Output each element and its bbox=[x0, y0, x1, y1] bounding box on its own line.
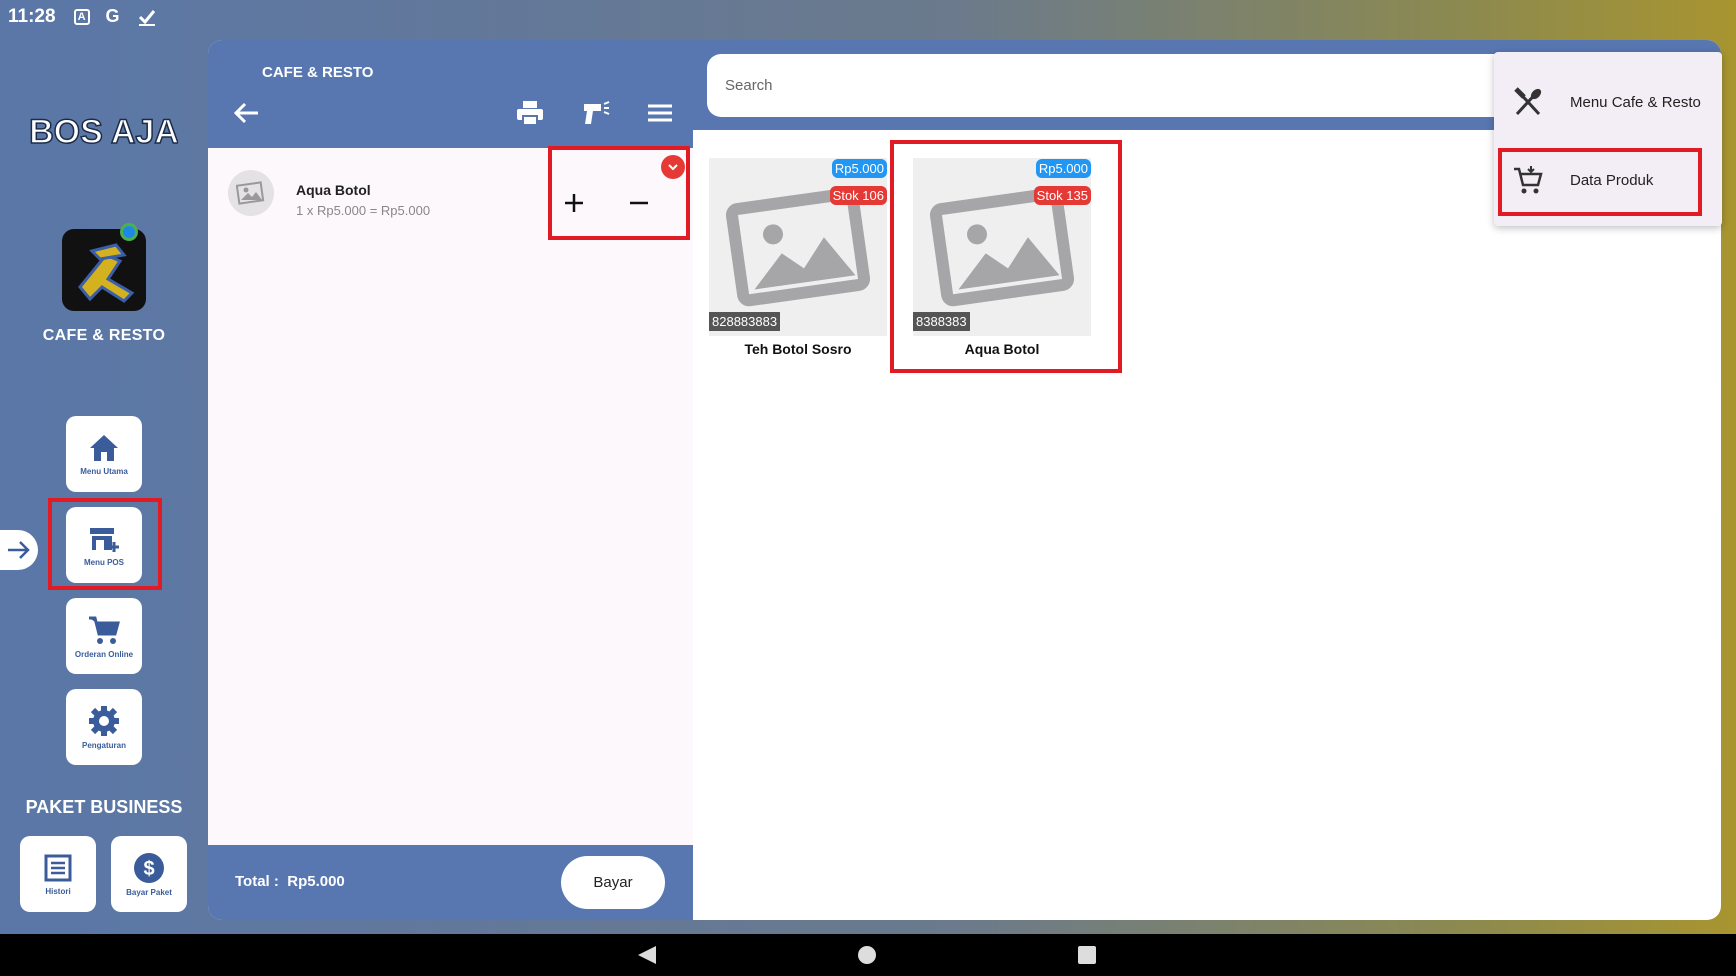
histori-button[interactable]: Histori bbox=[20, 836, 96, 912]
menu-utama-label: Menu Utama bbox=[80, 466, 128, 476]
bayar-paket-label: Bayar Paket bbox=[126, 887, 172, 897]
check-icon bbox=[136, 6, 158, 28]
highlight-menu-pos bbox=[48, 498, 162, 590]
google-icon: G bbox=[105, 6, 120, 26]
android-nav-bar bbox=[0, 934, 1736, 976]
pengaturan-button[interactable]: Pengaturan bbox=[66, 689, 142, 765]
sku-label: 828883883 bbox=[709, 312, 781, 331]
online-status-dot bbox=[120, 223, 138, 241]
orderan-online-label: Orderan Online bbox=[74, 649, 134, 659]
total-label: Total : bbox=[235, 873, 279, 890]
gear-icon bbox=[89, 705, 119, 736]
cart-title: CAFE & RESTO bbox=[262, 64, 374, 81]
pengaturan-label: Pengaturan bbox=[81, 740, 126, 750]
left-rail: BOS AJA CAFE & RESTO Menu Utama Menu POS… bbox=[0, 33, 208, 933]
stock-badge: Stok 106 bbox=[829, 186, 887, 205]
nav-back-icon[interactable] bbox=[636, 944, 658, 966]
list-icon bbox=[44, 854, 72, 881]
image-placeholder-icon bbox=[725, 187, 871, 307]
cart-panel: CAFE & RESTO Aqua Botol 1 x Rp5.000 = Rp… bbox=[208, 40, 693, 920]
price-badge: Rp5.000 bbox=[831, 159, 887, 178]
menu-item-label: Menu Cafe & Resto bbox=[1570, 93, 1701, 111]
bayar-button[interactable]: Bayar bbox=[561, 856, 665, 909]
back-arrow-icon[interactable] bbox=[232, 98, 262, 128]
cart-total: Total : Rp5.000 bbox=[235, 873, 345, 890]
product-image bbox=[709, 158, 887, 336]
a-notification-icon: A bbox=[73, 8, 90, 25]
brand-logo: BOS AJA bbox=[30, 112, 178, 152]
svg-text:BOS AJA: BOS AJA bbox=[30, 113, 178, 151]
expand-rail-button[interactable] bbox=[0, 530, 38, 570]
app-logo-tile bbox=[62, 229, 146, 311]
hamburger-menu-icon[interactable] bbox=[645, 98, 675, 128]
home-icon bbox=[90, 434, 118, 461]
status-time: 11:28 bbox=[8, 5, 56, 27]
svg-text:$: $ bbox=[143, 858, 154, 880]
product-thumbnail bbox=[228, 170, 274, 216]
menu-item-cafe-resto[interactable]: Menu Cafe & Resto bbox=[1494, 64, 1722, 140]
product-card-teh-botol-sosro[interactable]: Rp5.000 Stok 106 828883883 Teh Botol Sos… bbox=[709, 158, 887, 368]
cart-item-name: Aqua Botol bbox=[296, 182, 371, 198]
histori-label: Histori bbox=[45, 886, 71, 896]
orderan-online-button[interactable]: Orderan Online bbox=[66, 598, 142, 674]
dollar-icon: $ bbox=[134, 852, 164, 883]
cart-header: CAFE & RESTO bbox=[208, 40, 693, 148]
nav-home-icon[interactable] bbox=[857, 945, 877, 965]
rail-title: CAFE & RESTO bbox=[42, 327, 166, 344]
highlight-aqua-botol bbox=[890, 140, 1122, 373]
cart-item-detail: 1 x Rp5.000 = Rp5.000 bbox=[296, 203, 431, 218]
overflow-menu: Menu Cafe & Resto Data Produk bbox=[1494, 52, 1722, 226]
cart-footer: Total : Rp5.000 Bayar bbox=[208, 845, 693, 920]
total-value: Rp5.000 bbox=[287, 873, 345, 890]
barcode-scanner-icon[interactable] bbox=[581, 98, 611, 128]
status-bar: 11:28 A G bbox=[0, 0, 1736, 33]
fork-knife-icon bbox=[1514, 87, 1542, 116]
highlight-data-produk bbox=[1498, 148, 1702, 216]
bayar-paket-button[interactable]: $ Bayar Paket bbox=[111, 836, 187, 912]
paket-business-title: PAKET BUSINESS bbox=[25, 797, 183, 817]
product-name: Teh Botol Sosro bbox=[744, 341, 852, 357]
highlight-qty-controls bbox=[548, 146, 690, 240]
menu-utama-button[interactable]: Menu Utama bbox=[66, 416, 142, 492]
nav-recents-icon[interactable] bbox=[1077, 945, 1097, 965]
image-placeholder-icon bbox=[236, 181, 265, 205]
arrow-right-icon bbox=[8, 541, 30, 559]
cart-icon bbox=[89, 616, 120, 644]
print-icon[interactable] bbox=[515, 98, 545, 128]
